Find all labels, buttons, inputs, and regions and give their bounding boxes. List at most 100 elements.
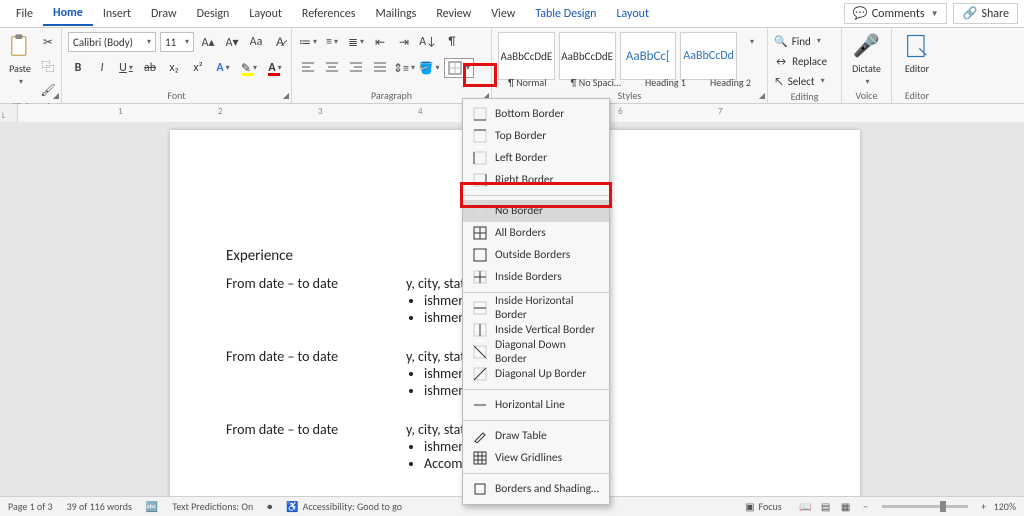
menu-borders-and-shading[interactable]: Borders and Shading… xyxy=(463,478,609,500)
menu-bottom-border[interactable]: Bottom Border xyxy=(463,103,609,125)
shrink-font-button[interactable]: A▾ xyxy=(222,32,242,52)
tab-table-design[interactable]: Table Design xyxy=(525,3,606,25)
text-effects-button[interactable]: A▾ xyxy=(212,58,234,78)
sort-button[interactable]: A↓ xyxy=(418,32,438,52)
ruler-tab-selector[interactable]: L xyxy=(0,104,18,122)
tab-draw[interactable]: Draw xyxy=(141,3,187,25)
bullets-button[interactable]: ≔▾ xyxy=(298,32,318,52)
style-heading2[interactable]: AaBbCcDd xyxy=(680,32,737,80)
menu-draw-table[interactable]: Draw Table xyxy=(463,425,609,447)
align-right-button[interactable] xyxy=(346,58,366,78)
status-predictions[interactable]: Text Predictions: On xyxy=(172,500,253,513)
menu-outside-borders[interactable]: Outside Borders xyxy=(463,244,609,266)
menu-left-border[interactable]: Left Border xyxy=(463,147,609,169)
numbering-button[interactable]: ≡▾ xyxy=(322,32,342,52)
cut-button[interactable]: ✂ xyxy=(38,32,58,52)
clear-formatting-button[interactable]: A̷ xyxy=(270,32,290,52)
tab-view[interactable]: View xyxy=(481,3,525,25)
menu-diagonal-down[interactable]: Diagonal Down Border xyxy=(463,341,609,363)
style-nospacing[interactable]: AaBbCcDdE xyxy=(559,32,616,80)
show-marks-button[interactable]: ¶ xyxy=(442,32,462,52)
menu-all-borders[interactable]: All Borders xyxy=(463,222,609,244)
replace-label: Replace xyxy=(792,55,827,68)
line-spacing-button[interactable]: ⇕≡▾ xyxy=(394,58,414,78)
highlight-button[interactable]: ✎▾ xyxy=(238,58,260,78)
increase-indent-button[interactable]: ⇥ xyxy=(394,32,414,52)
font-color-button[interactable]: A▾ xyxy=(264,58,286,78)
status-macro[interactable]: ⏺ xyxy=(267,500,272,513)
comments-button[interactable]: 💬 Comments ▼ xyxy=(844,3,948,24)
tab-insert[interactable]: Insert xyxy=(93,3,141,25)
tab-references[interactable]: References xyxy=(292,3,366,25)
view-web-button[interactable]: ▦ xyxy=(836,499,856,515)
copy-button[interactable]: ⿻ xyxy=(38,56,58,76)
status-accessibility[interactable]: ♿Accessibility: Good to go xyxy=(286,500,402,513)
styles-more-button[interactable]: ▾ xyxy=(741,32,761,52)
menu-inside-horizontal[interactable]: Inside Horizontal Border xyxy=(463,297,609,319)
font-name-combo[interactable]: Calibri (Body)▾ xyxy=(68,32,156,52)
tab-home[interactable]: Home xyxy=(43,2,93,26)
menu-right-border[interactable]: Right Border xyxy=(463,169,609,191)
editor-button[interactable]: Editor xyxy=(898,32,936,75)
menu-top-border[interactable]: Top Border xyxy=(463,125,609,147)
find-button[interactable]: 🔍Find▾ xyxy=(774,32,821,50)
status-wordcount[interactable]: 39 of 116 words xyxy=(67,500,132,513)
superscript-button[interactable]: x² xyxy=(188,58,208,78)
tab-layout[interactable]: Layout xyxy=(239,3,292,25)
record-icon: ⏺ xyxy=(267,500,272,513)
select-button[interactable]: ↖Select▾ xyxy=(774,72,825,90)
font-size-combo[interactable]: 11▾ xyxy=(160,32,194,52)
view-print-button[interactable]: ▤ xyxy=(816,499,836,515)
menu-no-border[interactable]: No Border xyxy=(463,200,609,222)
italic-button[interactable]: I xyxy=(92,58,112,78)
ruler-mark: 3 xyxy=(318,106,323,117)
tab-file[interactable]: File xyxy=(6,3,43,25)
menu-inside-borders[interactable]: Inside Borders xyxy=(463,266,609,288)
status-page[interactable]: Page 1 of 3 xyxy=(8,500,53,513)
zoom-in-button[interactable]: + xyxy=(974,499,994,515)
subscript-button[interactable]: x₂ xyxy=(164,58,184,78)
view-read-button[interactable]: 📖 xyxy=(796,499,816,515)
style-sample: AaBbCcDdE xyxy=(500,50,552,63)
borders-split-button[interactable]: ▾ xyxy=(444,58,474,78)
dictate-button[interactable]: 🎤 Dictate ▾ xyxy=(848,32,885,87)
menu-diagonal-up[interactable]: Diagonal Up Border xyxy=(463,363,609,385)
menu-view-gridlines[interactable]: View Gridlines xyxy=(463,447,609,469)
align-left-button[interactable] xyxy=(298,58,318,78)
border-ih-icon xyxy=(473,301,487,315)
share-button[interactable]: 🔗 Share xyxy=(953,3,1018,24)
focus-mode-button[interactable]: ▣Focus xyxy=(745,500,782,513)
group-label-font: Font xyxy=(68,89,285,103)
tab-mailings[interactable]: Mailings xyxy=(365,3,426,25)
tab-design[interactable]: Design xyxy=(187,3,240,25)
dialog-launcher-icon[interactable]: ◢ xyxy=(53,91,59,101)
borders-icon xyxy=(448,61,462,75)
justify-button[interactable] xyxy=(370,58,390,78)
bullets-icon: ≔ xyxy=(299,35,311,50)
underline-button[interactable]: U▾ xyxy=(116,58,136,78)
paste-button[interactable]: Paste ▾ xyxy=(6,32,34,87)
dialog-launcher-icon[interactable]: ◢ xyxy=(283,91,289,101)
style-normal[interactable]: AaBbCcDdE xyxy=(498,32,555,80)
zoom-out-button[interactable]: − xyxy=(856,499,876,515)
multilevel-button[interactable]: ≣▾ xyxy=(346,32,366,52)
zoom-knob[interactable] xyxy=(940,501,946,512)
replace-button[interactable]: ↔Replace xyxy=(774,52,827,70)
align-center-button[interactable] xyxy=(322,58,342,78)
change-case-button[interactable]: Aa xyxy=(246,32,266,52)
style-heading1[interactable]: AaBbCc[ xyxy=(620,32,677,80)
tab-review[interactable]: Review xyxy=(426,3,481,25)
border-iv-icon xyxy=(473,323,487,337)
zoom-slider[interactable] xyxy=(882,505,968,508)
strike-button[interactable]: ab xyxy=(140,58,160,78)
grow-font-button[interactable]: A▴ xyxy=(198,32,218,52)
status-language[interactable]: 🔤 xyxy=(146,500,158,513)
shading-button[interactable]: 🪣▾ xyxy=(418,58,440,78)
zoom-value[interactable]: 120% xyxy=(994,500,1016,513)
bold-button[interactable]: B xyxy=(68,58,88,78)
align-right-icon xyxy=(349,61,363,75)
menu-horizontal-line[interactable]: Horizontal Line xyxy=(463,394,609,416)
dialog-launcher-icon[interactable]: ◢ xyxy=(759,91,765,101)
decrease-indent-button[interactable]: ⇤ xyxy=(370,32,390,52)
tab-table-layout[interactable]: Layout xyxy=(606,3,659,25)
